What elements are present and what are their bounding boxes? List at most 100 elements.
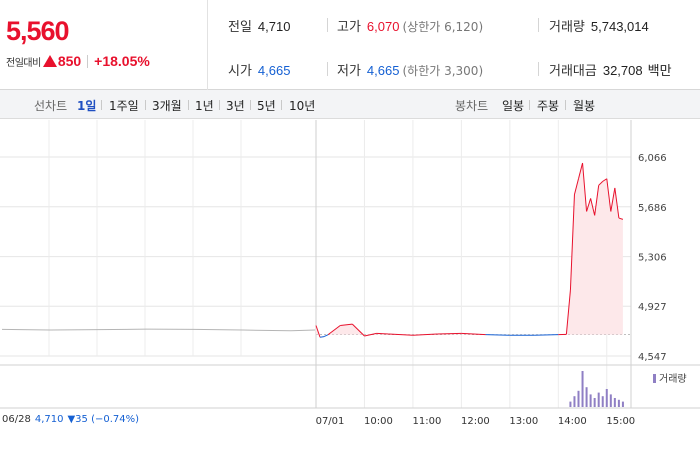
stat-label: 시가	[228, 64, 252, 79]
volume-bar	[581, 371, 584, 407]
change-row: 전일대비 850 +18.05%	[6, 53, 150, 70]
price-box: 5,560 전일대비 850 +18.05%	[0, 0, 208, 90]
volume-bar	[589, 394, 592, 407]
chart-period-tabs: 선차트 1일 1주일 3개월 1년 3년 5년 10년 봉차트 일봉 주봉 월봉	[0, 90, 700, 119]
divider	[219, 100, 220, 110]
volume-bar	[593, 398, 596, 407]
upper-limit: (상한가 6,120)	[402, 20, 484, 34]
quote-header: 5,560 전일대비 850 +18.05% 전일 4,710 고가 6,070 (상한가…	[0, 0, 700, 90]
x-tick-label: 13:00	[509, 416, 538, 427]
change-label: 전일대비	[6, 58, 41, 69]
divider	[188, 100, 189, 110]
divider	[145, 100, 146, 110]
prev-change: ▼35 (−0.74%)	[67, 414, 140, 425]
volume-bar	[569, 401, 572, 407]
y-axis-labels: 6,066 5,686 5,306 4,927 4,547	[638, 153, 667, 363]
volume-bar	[577, 390, 580, 407]
volume-bar	[609, 394, 612, 407]
stat-value: 4,665	[257, 63, 291, 78]
stat-label: 거래대금	[549, 64, 597, 79]
line-chart-header: 선차트	[34, 99, 68, 113]
divider	[281, 100, 282, 110]
tab-5y[interactable]: 5년	[257, 97, 276, 114]
y-tick-label: 5,306	[638, 253, 667, 264]
volume-bar	[621, 401, 624, 407]
stat-prev-close: 전일 4,710	[228, 16, 290, 35]
stat-volume: 거래량 5,743,014	[549, 16, 649, 35]
price-segment	[388, 333, 413, 336]
stat-value: 32,708	[602, 63, 643, 78]
tab-daily[interactable]: 일봉	[502, 97, 524, 114]
x-axis-labels: 07/01 10:00 11:00 12:00 13:00 14:00 15:00	[316, 416, 636, 427]
change-amount: 850	[57, 53, 82, 69]
x-tick-label: 11:00	[413, 416, 442, 427]
stat-low: 저가 4,665 (하한가 3,300)	[337, 60, 483, 79]
current-price: 5,560	[6, 16, 70, 46]
stat-value: 5,743,014	[590, 19, 649, 34]
y-tick-label: 5,686	[638, 203, 667, 214]
tab-10y[interactable]: 10년	[289, 97, 315, 114]
stat-label: 전일	[228, 20, 252, 35]
price-area-fill	[316, 163, 623, 335]
price-segment	[437, 332, 462, 335]
stat-trade-value: 거래대금 32,708 백만	[549, 60, 672, 79]
volume-bar	[597, 392, 600, 407]
divider	[101, 100, 102, 110]
stat-label: 고가	[337, 20, 361, 35]
volume-bar	[605, 389, 608, 407]
up-triangle-icon	[42, 55, 57, 67]
price-segment	[534, 334, 559, 336]
volume-legend-swatch	[653, 374, 656, 383]
price-lines	[1, 162, 624, 338]
divider	[565, 100, 566, 110]
volume-bar	[585, 387, 588, 407]
divider	[327, 18, 328, 32]
volume-bar	[617, 399, 620, 407]
x-tick-label: 07/01	[316, 416, 345, 427]
divider	[538, 18, 539, 32]
x-tick-label: 15:00	[606, 416, 635, 427]
price-segment	[485, 334, 510, 336]
stat-value: 4,710	[257, 19, 291, 34]
stat-label: 거래량	[549, 20, 585, 35]
tab-1y[interactable]: 1년	[195, 97, 214, 114]
price-area	[316, 163, 623, 335]
volume-legend: 거래량	[659, 373, 687, 385]
divider	[529, 100, 530, 110]
divider	[327, 62, 328, 76]
stat-open: 시가 4,665	[228, 60, 290, 79]
candle-chart-header: 봉차트	[455, 99, 489, 113]
price-segment	[412, 333, 438, 336]
y-tick-label: 6,066	[638, 153, 667, 164]
tab-monthly[interactable]: 월봉	[573, 97, 595, 114]
volume-bars	[569, 371, 624, 407]
prev-day-info: 06/28 4,710 ▼35 (−0.74%)	[2, 414, 139, 425]
prev-close-value: 4,710	[34, 414, 64, 425]
x-tick-label: 10:00	[364, 416, 393, 427]
price-chart: 6,066 5,686 5,306 4,927 4,547 07/01 10:00 11:0…	[0, 120, 700, 427]
volume-bar	[613, 398, 616, 407]
tab-3m[interactable]: 3개월	[152, 97, 182, 114]
volume-bar	[573, 396, 576, 407]
stat-value: 6,070	[366, 19, 400, 34]
stat-high: 고가 6,070 (상한가 6,120)	[337, 16, 483, 35]
tab-1w[interactable]: 1주일	[109, 97, 139, 114]
stat-unit: 백만	[647, 63, 672, 78]
x-tick-label: 12:00	[461, 416, 490, 427]
x-tick-label: 14:00	[558, 416, 587, 427]
change-percent: +18.05%	[94, 53, 150, 69]
tab-3y[interactable]: 3년	[226, 97, 245, 114]
prev-date: 06/28	[2, 414, 31, 425]
price-segment	[376, 332, 389, 335]
y-tick-label: 4,927	[638, 302, 667, 313]
stat-label: 저가	[337, 64, 361, 79]
divider	[250, 100, 251, 110]
stat-value: 4,665	[366, 63, 400, 78]
divider	[87, 55, 89, 68]
y-tick-label: 4,547	[638, 352, 667, 363]
stock-quote-widget: 5,560 전일대비 850 +18.05% 전일 4,710 고가 6,070 (상한가…	[0, 0, 700, 450]
tab-weekly[interactable]: 주봉	[537, 97, 559, 114]
tab-1d[interactable]: 1일	[77, 97, 96, 114]
price-segment	[319, 336, 325, 338]
volume-bar	[601, 396, 604, 407]
